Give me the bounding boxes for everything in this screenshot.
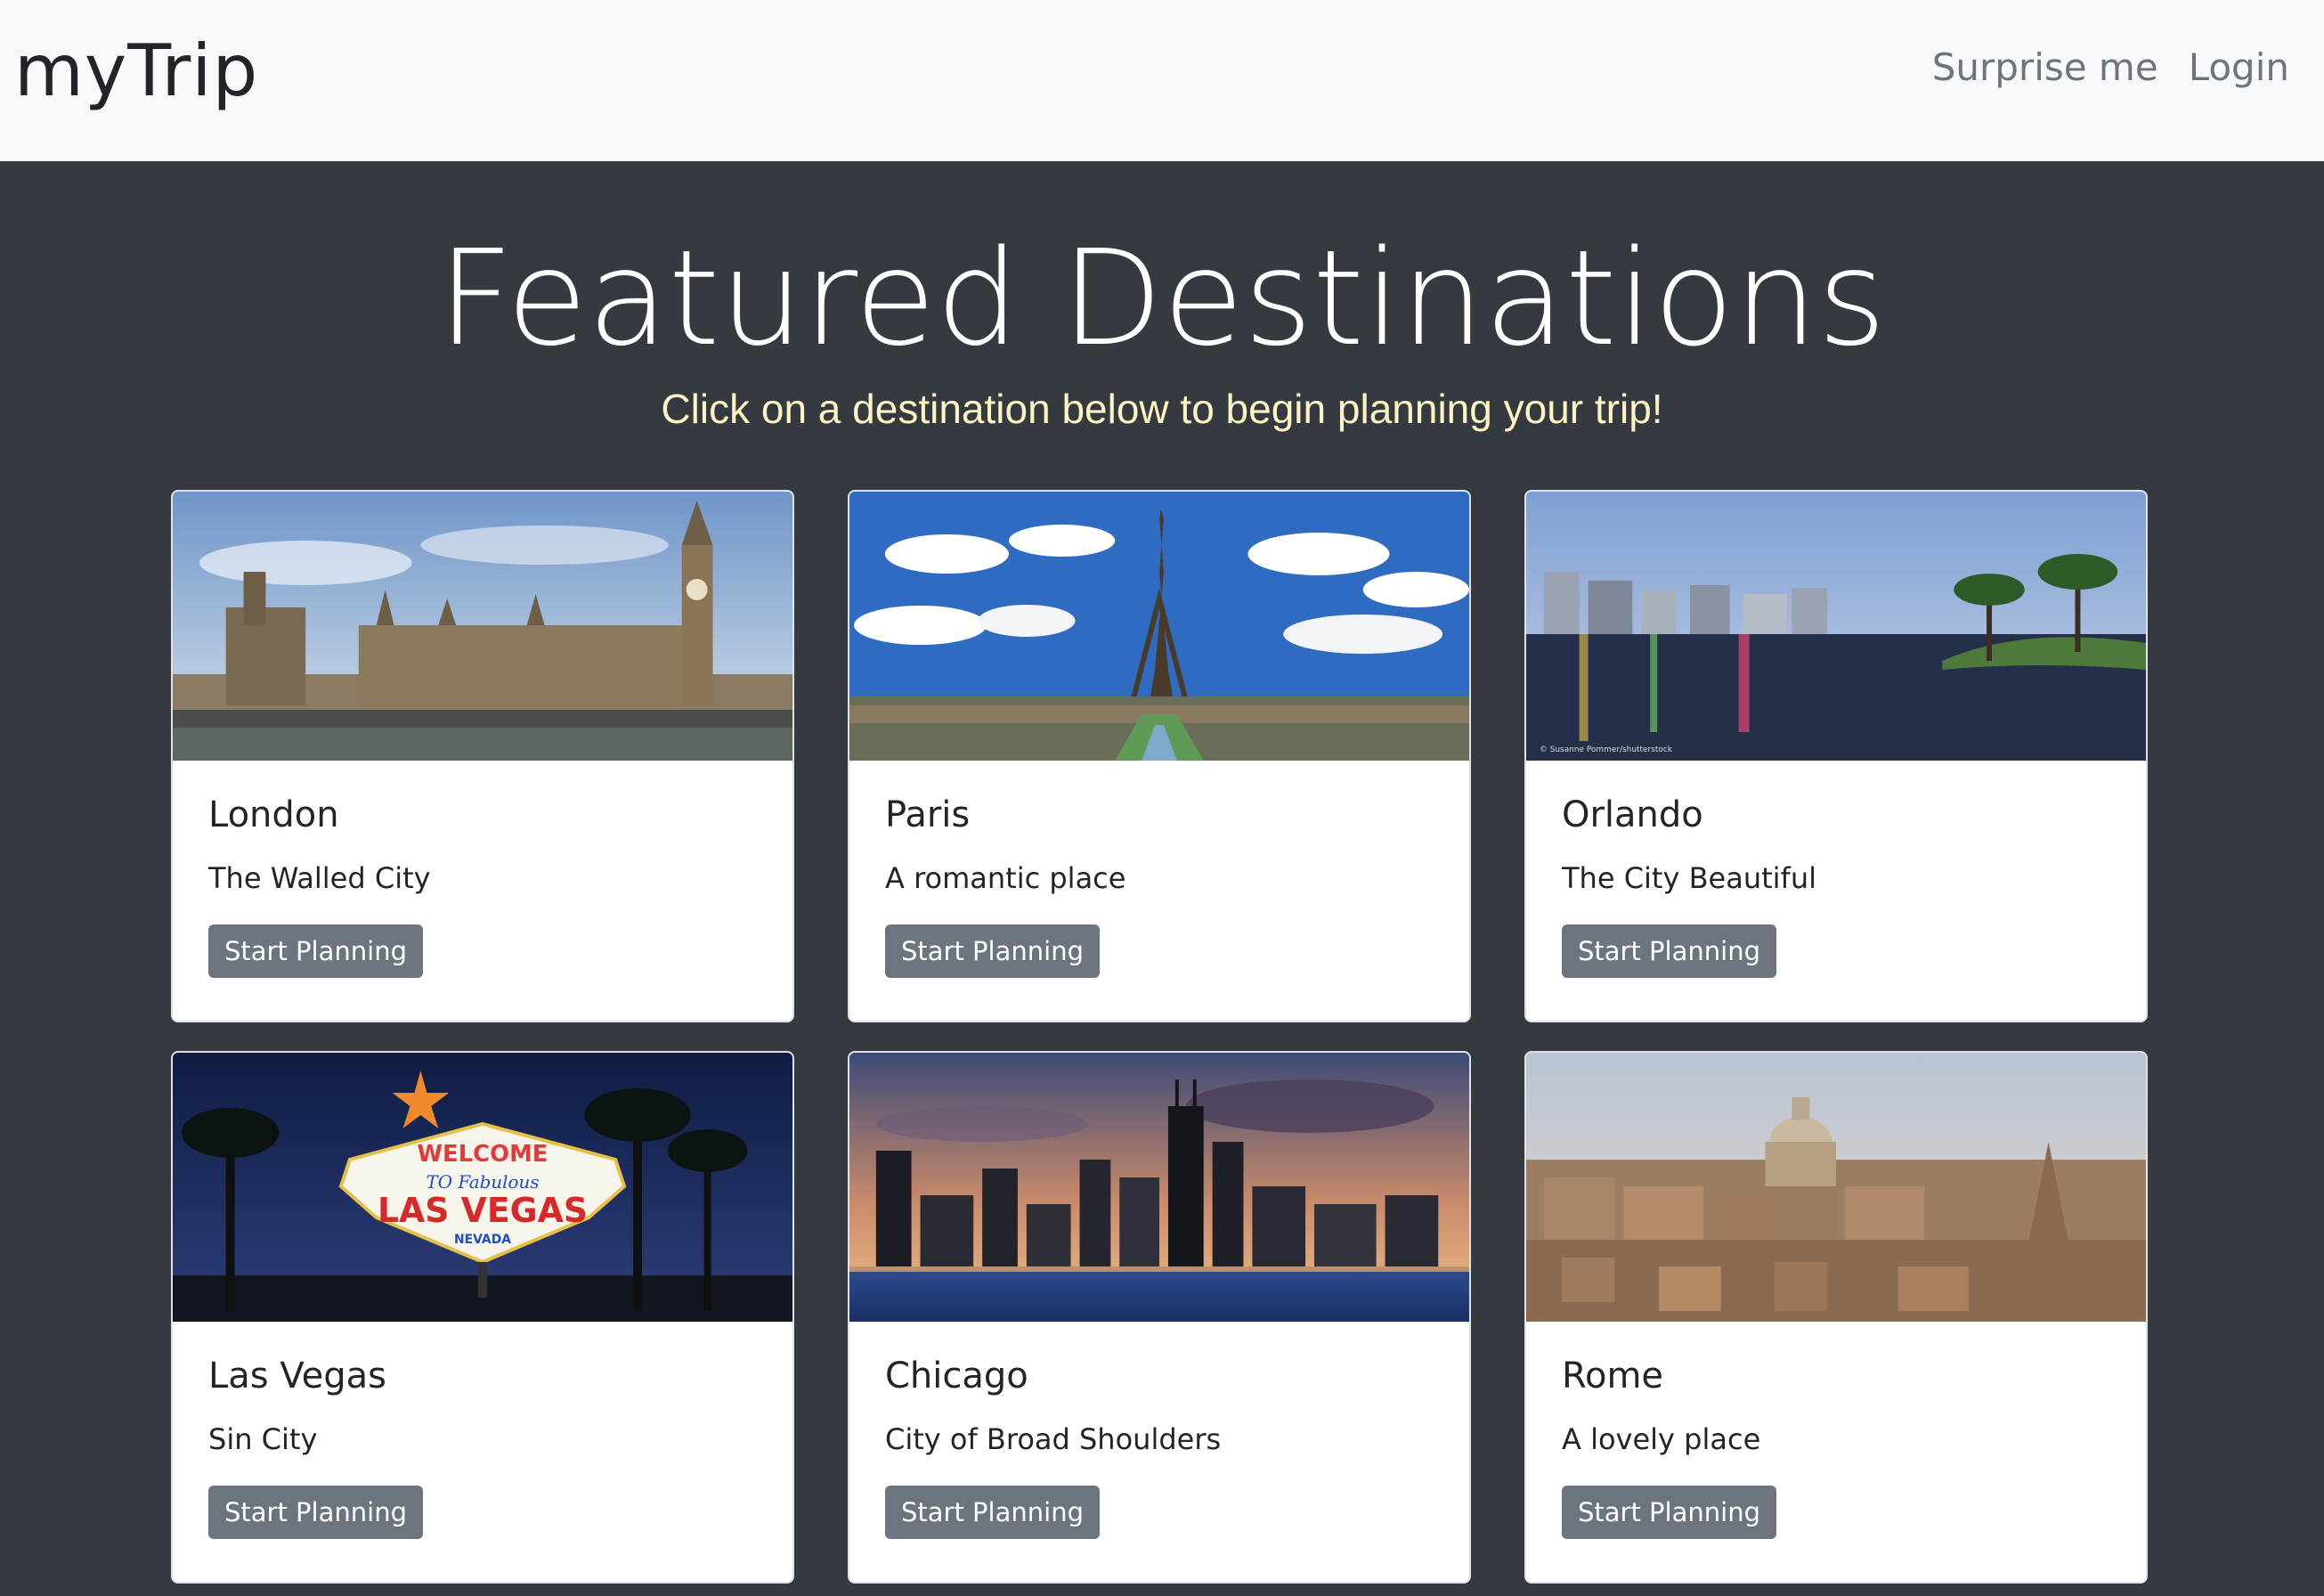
card-title: Orlando [1562,794,1703,835]
card-body: Paris A romantic place Start Planning [849,761,1469,978]
card-body: London The Walled City Start Planning [173,761,792,978]
card-text: Sin City [208,1422,318,1456]
start-planning-button[interactable]: Start Planning [885,924,1100,978]
destination-card-london[interactable]: London The Walled City Start Planning [171,490,794,1022]
sign-welcome: WELCOME [418,1141,548,1168]
card-text: The City Beautiful [1562,861,1816,895]
destination-card-las-vegas[interactable]: WELCOME TO Fabulous LAS VEGAS NEVADA Las… [171,1051,794,1584]
card-title: Chicago [885,1356,1028,1396]
sign-fabulous: TO Fabulous [426,1171,539,1193]
card-body: Chicago City of Broad Shoulders Start Pl… [849,1322,1469,1539]
navbar: myTrip Surprise me Login [0,0,2324,161]
london-skyline-photo[interactable] [173,492,792,761]
card-title: Rome [1562,1356,1664,1396]
destination-card-chicago[interactable]: Chicago City of Broad Shoulders Start Pl… [848,1051,1471,1584]
image-credit: © Susanne Pommer/shutterstock [1540,745,1673,754]
destination-card-orlando[interactable]: © Susanne Pommer/shutterstock Orlando Th… [1524,490,2148,1022]
nav-link-login[interactable]: Login [2189,41,2289,94]
card-title: Las Vegas [208,1356,386,1396]
card-body: Las Vegas Sin City Start Planning [173,1322,792,1539]
card-title: London [208,794,339,835]
start-planning-button[interactable]: Start Planning [1562,1486,1776,1539]
nav-links: Surprise me Login [1932,41,2289,94]
paris-eiffel-tower-photo[interactable] [849,492,1469,761]
card-body: Rome A lovely place Start Planning [1526,1322,2146,1539]
card-text: City of Broad Shoulders [885,1422,1222,1456]
brand-logo[interactable]: myTrip [14,27,258,116]
destination-grid: London The Walled City Start Planning Pa… [171,490,2148,1584]
start-planning-button[interactable]: Start Planning [1562,924,1776,978]
page-subtitle: Click on a destination below to begin pl… [661,386,1663,432]
sign-nevada: NEVADA [454,1233,511,1247]
card-text: A romantic place [885,861,1126,895]
card-text: A lovely place [1562,1422,1761,1456]
start-planning-button[interactable]: Start Planning [208,1486,423,1539]
rome-cityscape-photo[interactable] [1526,1053,2146,1322]
chicago-skyline-photo[interactable] [849,1053,1469,1322]
destination-card-rome[interactable]: Rome A lovely place Start Planning [1524,1051,2148,1584]
card-body: Orlando The City Beautiful Start Plannin… [1526,761,2146,978]
orlando-lake-photo[interactable]: © Susanne Pommer/shutterstock [1526,492,2146,761]
destination-card-paris[interactable]: Paris A romantic place Start Planning [848,490,1471,1022]
nav-link-surprise-me[interactable]: Surprise me [1932,41,2158,94]
start-planning-button[interactable]: Start Planning [885,1486,1100,1539]
las-vegas-sign-photo[interactable]: WELCOME TO Fabulous LAS VEGAS NEVADA [173,1053,792,1322]
start-planning-button[interactable]: Start Planning [208,924,423,978]
card-title: Paris [885,794,971,835]
card-text: The Walled City [208,861,431,895]
sign-las-vegas: LAS VEGAS [378,1191,588,1230]
page-title: Featured Destinations [437,222,1887,375]
